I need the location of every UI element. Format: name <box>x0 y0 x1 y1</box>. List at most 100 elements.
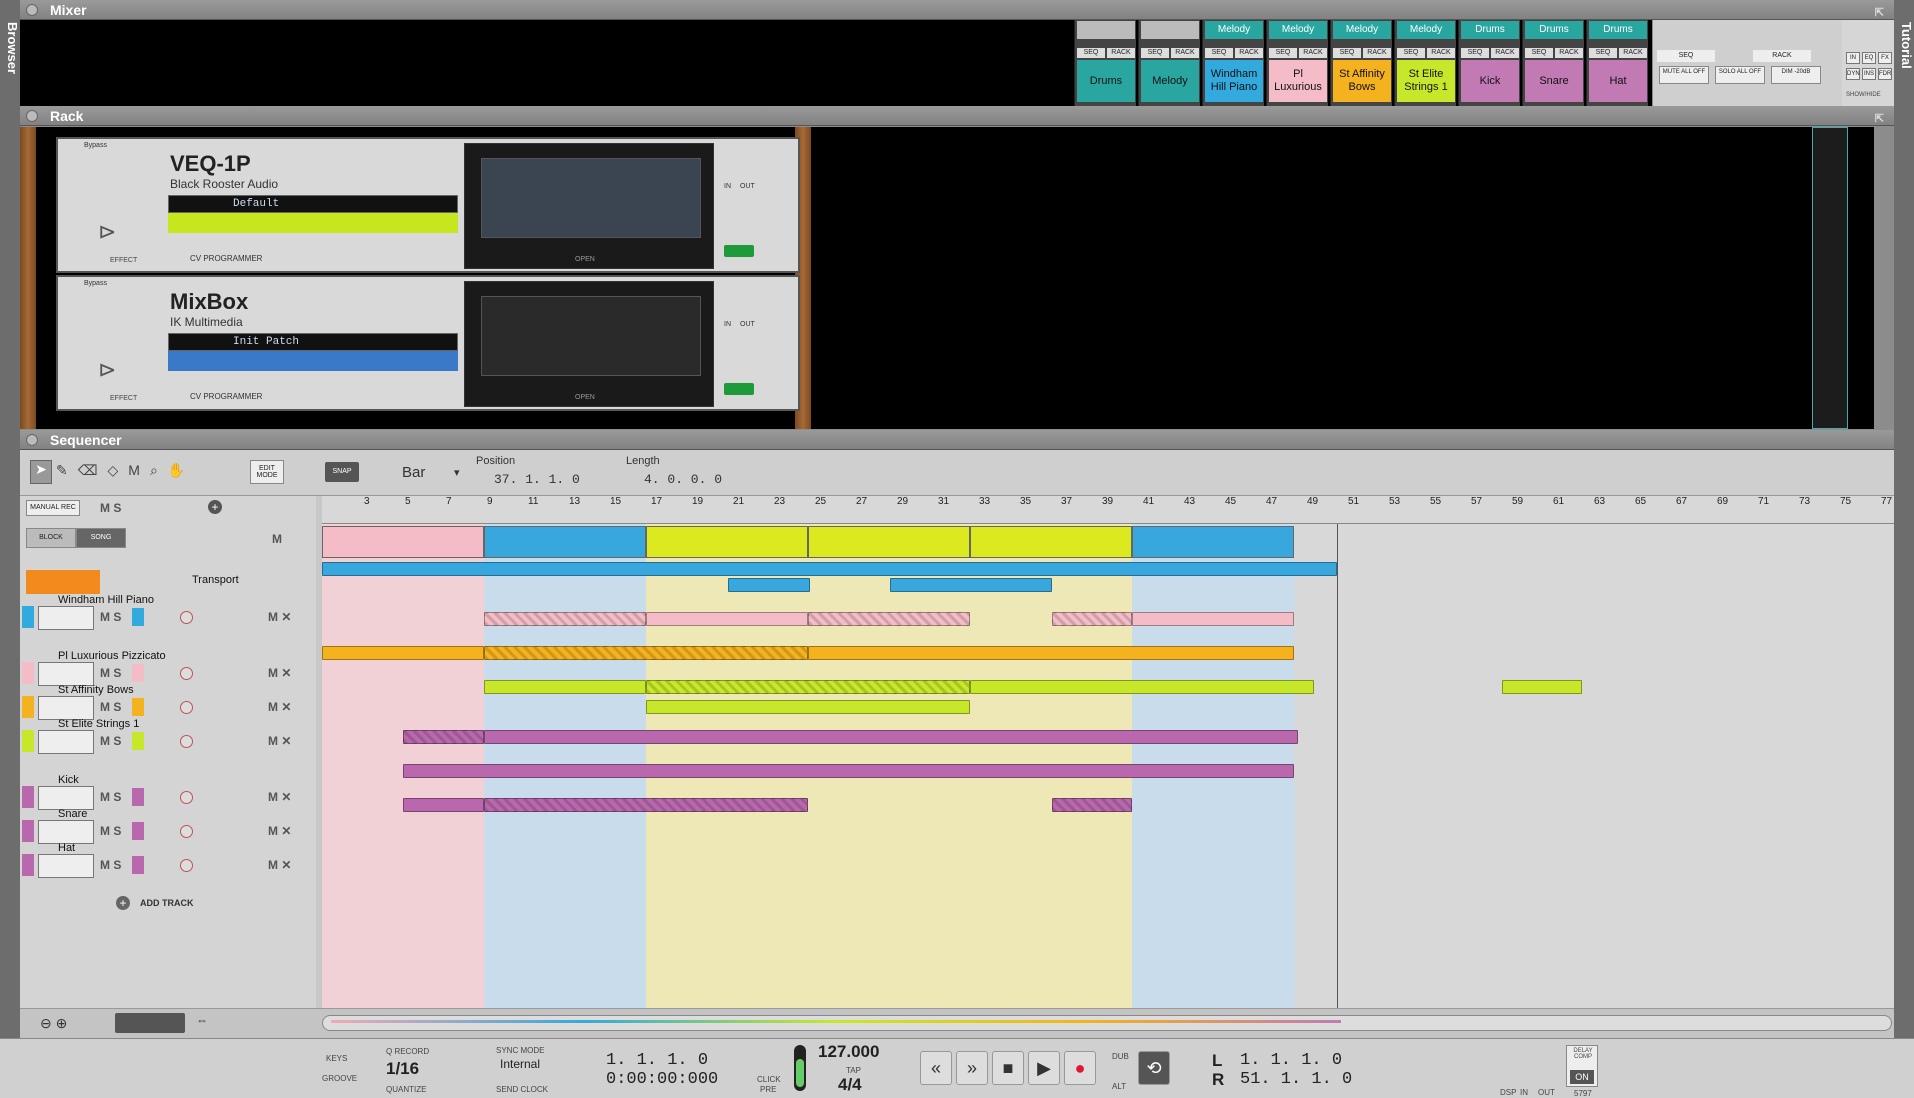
edit-mode-button[interactable]: EDIT MODE <box>250 460 284 484</box>
tutorial-tab[interactable]: Tutorial <box>1894 0 1914 1038</box>
track-name[interactable]: Kick <box>58 774 79 786</box>
rack-button[interactable]: RACK <box>1555 48 1583 58</box>
open-button[interactable]: OPEN <box>575 256 595 263</box>
mute-solo-buttons[interactable]: M S <box>100 700 121 714</box>
mixer-channel[interactable]: Melody SEQ RACK Windham Hill Piano <box>1202 20 1264 106</box>
cv-programmer-label[interactable]: CV PROGRAMMER <box>190 392 262 401</box>
add-track-button[interactable]: ADD TRACK <box>140 898 194 908</box>
track-name[interactable]: Snare <box>58 808 87 820</box>
tap-button[interactable]: TAP <box>846 1066 861 1075</box>
alt-button[interactable]: ALT <box>1112 1082 1126 1091</box>
track-device-thumb[interactable] <box>38 662 94 686</box>
power-toggle[interactable] <box>724 383 754 395</box>
position-value[interactable]: 37. 1. 1. 0 <box>494 472 580 487</box>
plugin-window[interactable]: OPEN <box>464 281 714 407</box>
zoom-out-icon[interactable]: ⊖ ⊕ <box>40 1015 67 1032</box>
tempo-value[interactable]: 127.000 <box>818 1042 879 1062</box>
seq-button[interactable]: SEQ <box>1333 48 1361 58</box>
left-locator-value[interactable]: 1. 1. 1. 0 <box>1240 1051 1342 1070</box>
play-button[interactable]: ▶ <box>1028 1051 1060 1085</box>
mixer-channel[interactable]: Drums SEQ RACK Hat <box>1586 20 1648 106</box>
note-clip[interactable] <box>970 680 1314 694</box>
channel-seq-rack-buttons[interactable]: SEQ RACK <box>1525 48 1583 58</box>
send-clock-label[interactable]: SEND CLOCK <box>496 1085 548 1094</box>
fast-forward-button[interactable]: » <box>956 1051 988 1085</box>
lane-mute-close[interactable]: M ✕ <box>268 666 291 680</box>
track-name[interactable]: Hat <box>58 842 75 854</box>
rack-button[interactable]: RACK <box>1235 48 1263 58</box>
channel-name[interactable]: Hat <box>1589 60 1647 102</box>
lane-mute-close[interactable]: M ✕ <box>268 734 291 748</box>
collapse-icon[interactable] <box>26 4 38 16</box>
loop-button[interactable]: ⟲ <box>1138 1051 1170 1085</box>
rack-button[interactable]: RACK <box>1427 48 1455 58</box>
channel-seq-rack-buttons[interactable]: SEQ RACK <box>1333 48 1391 58</box>
add-icon[interactable]: + <box>208 500 222 514</box>
mute-button[interactable]: M <box>272 532 282 546</box>
mute-solo-buttons[interactable]: M S <box>100 790 121 804</box>
note-clip[interactable] <box>1052 798 1132 812</box>
song-block[interactable] <box>484 526 646 558</box>
channel-name[interactable]: Drums <box>1077 60 1135 102</box>
note-clip[interactable] <box>1052 612 1132 626</box>
block-button[interactable]: BLOCK <box>26 528 76 548</box>
note-clip[interactable] <box>728 578 810 592</box>
song-block[interactable] <box>970 526 1132 558</box>
channel-name[interactable]: Kick <box>1461 60 1519 102</box>
cv-programmer-label[interactable]: CV PROGRAMMER <box>190 254 262 263</box>
mixer-channel[interactable]: SEQ RACK Melody <box>1138 20 1200 106</box>
record-enable-icon[interactable] <box>180 825 193 838</box>
channel-seq-rack-buttons[interactable]: SEQ RACK <box>1077 48 1135 58</box>
song-button[interactable]: SONG <box>76 528 126 548</box>
song-block[interactable] <box>808 526 970 558</box>
bypass-switch[interactable]: Bypass <box>84 280 107 288</box>
track-device-thumb[interactable] <box>38 820 94 844</box>
note-clip[interactable] <box>646 700 970 714</box>
record-enable-icon[interactable] <box>180 791 193 804</box>
channel-name[interactable]: Windham Hill Piano <box>1205 60 1263 102</box>
rack-button[interactable]: RACK <box>1753 50 1811 62</box>
manual-rec-button[interactable]: MANUAL REC <box>26 500 80 516</box>
q-record-label[interactable]: Q RECORD <box>386 1047 429 1056</box>
track-device-thumb[interactable] <box>38 730 94 754</box>
plugin-ui-image[interactable] <box>481 296 701 376</box>
rack-navigator[interactable] <box>1812 127 1848 429</box>
track-name[interactable]: Windham Hill Piano <box>58 594 154 606</box>
note-clip[interactable] <box>322 646 484 660</box>
show-toggle[interactable]: EQ <box>1862 52 1876 64</box>
mixer-channel[interactable]: Melody SEQ RACK St Elite Strings 1 <box>1394 20 1456 106</box>
track-lanes[interactable] <box>322 524 1894 1008</box>
end-marker[interactable] <box>1337 524 1338 1008</box>
channel-seq-rack-buttons[interactable]: SEQ RACK <box>1141 48 1199 58</box>
tool-icons[interactable]: ✎⌫◇M⌕✋ <box>56 462 195 479</box>
track-device-thumb[interactable] <box>38 786 94 810</box>
record-enable-icon[interactable] <box>180 735 193 748</box>
click-label[interactable]: CLICK <box>757 1075 781 1084</box>
seq-button[interactable]: SEQ <box>1589 48 1617 58</box>
seq-button[interactable]: SEQ <box>1269 48 1297 58</box>
detach-icon[interactable]: ⇱ <box>1875 109 1884 129</box>
track-name[interactable]: St Affinity Bows <box>58 684 134 696</box>
song-block[interactable] <box>646 526 808 558</box>
record-enable-icon[interactable] <box>180 667 193 680</box>
record-enable-icon[interactable] <box>180 859 193 872</box>
seq-button[interactable]: SEQ <box>1141 48 1169 58</box>
snap-button[interactable]: SNAP <box>325 462 359 482</box>
select-tool-icon[interactable]: ➤ <box>30 460 52 484</box>
power-toggle[interactable] <box>724 245 754 257</box>
note-clip[interactable] <box>322 562 1337 576</box>
seq-button[interactable]: SEQ <box>1397 48 1425 58</box>
note-clip[interactable] <box>484 680 646 694</box>
pre-label[interactable]: PRE <box>760 1085 776 1094</box>
record-enable-icon[interactable] <box>180 701 193 714</box>
quantize-value[interactable]: 1/16 <box>386 1059 419 1079</box>
dim-button[interactable]: DIM -20dB <box>1771 66 1821 84</box>
note-clip[interactable] <box>403 764 1294 778</box>
track-device-thumb[interactable] <box>38 854 94 878</box>
show-toggle[interactable]: INS <box>1862 68 1876 80</box>
add-track-icon[interactable]: + <box>116 896 130 910</box>
lane-mute-close[interactable]: M ✕ <box>268 858 291 872</box>
show-toggle[interactable]: FDR <box>1878 68 1892 80</box>
length-value[interactable]: 4. 0. 0. 0 <box>644 472 722 487</box>
note-clip[interactable] <box>403 798 484 812</box>
